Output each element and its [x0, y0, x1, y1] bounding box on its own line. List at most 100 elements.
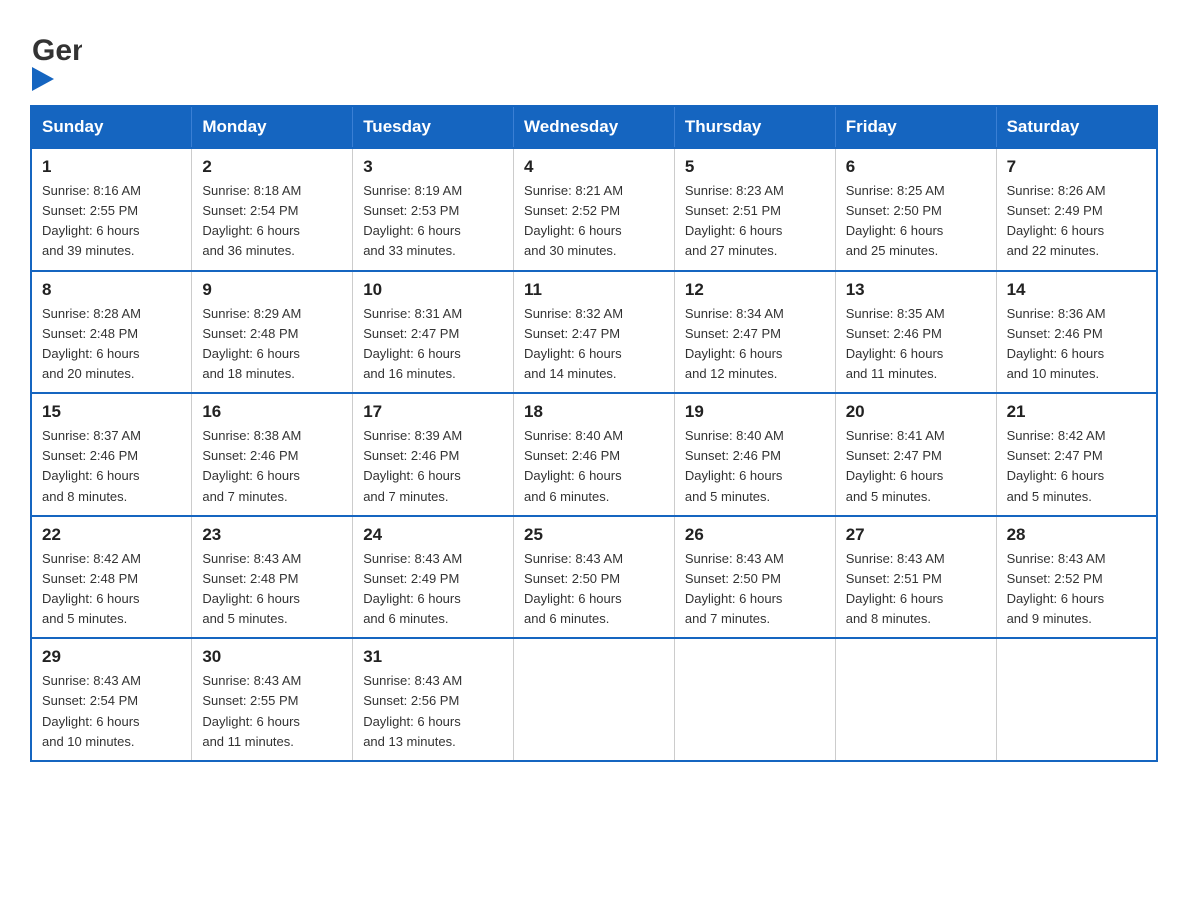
- weekday-header-row: SundayMondayTuesdayWednesdayThursdayFrid…: [31, 106, 1157, 148]
- weekday-header-sunday: Sunday: [31, 106, 192, 148]
- day-number: 5: [685, 157, 825, 177]
- day-number: 20: [846, 402, 986, 422]
- day-number: 17: [363, 402, 503, 422]
- day-info: Sunrise: 8:23 AMSunset: 2:51 PMDaylight:…: [685, 181, 825, 262]
- calendar-cell: 6 Sunrise: 8:25 AMSunset: 2:50 PMDaylight…: [835, 148, 996, 271]
- day-info: Sunrise: 8:37 AMSunset: 2:46 PMDaylight:…: [42, 426, 181, 507]
- calendar-cell: 19 Sunrise: 8:40 AMSunset: 2:46 PMDayligh…: [674, 393, 835, 516]
- calendar-cell: 1 Sunrise: 8:16 AMSunset: 2:55 PMDaylight…: [31, 148, 192, 271]
- day-info: Sunrise: 8:16 AMSunset: 2:55 PMDaylight:…: [42, 181, 181, 262]
- calendar-cell: 25Sunrise: 8:43 AMSunset: 2:50 PMDayligh…: [514, 516, 675, 639]
- day-number: 9: [202, 280, 342, 300]
- calendar-cell: 31Sunrise: 8:43 AMSunset: 2:56 PMDayligh…: [353, 638, 514, 761]
- logo: General: [30, 24, 86, 87]
- day-info: Sunrise: 8:43 AMSunset: 2:48 PMDaylight:…: [202, 549, 342, 630]
- calendar-cell: 15 Sunrise: 8:37 AMSunset: 2:46 PMDayligh…: [31, 393, 192, 516]
- day-info: Sunrise: 8:25 AMSunset: 2:50 PMDaylight:…: [846, 181, 986, 262]
- calendar-cell: 30 Sunrise: 8:43 AMSunset: 2:55 PMDayligh…: [192, 638, 353, 761]
- calendar-cell: 4Sunrise: 8:21 AMSunset: 2:52 PMDaylight…: [514, 148, 675, 271]
- page-header: General: [30, 24, 1158, 87]
- calendar-cell: 13 Sunrise: 8:35 AMSunset: 2:46 PMDayligh…: [835, 271, 996, 394]
- calendar-cell: 7 Sunrise: 8:26 AMSunset: 2:49 PMDaylight…: [996, 148, 1157, 271]
- day-info: Sunrise: 8:19 AMSunset: 2:53 PMDaylight:…: [363, 181, 503, 262]
- calendar-cell: 20 Sunrise: 8:41 AMSunset: 2:47 PMDayligh…: [835, 393, 996, 516]
- calendar-cell: 26 Sunrise: 8:43 AMSunset: 2:50 PMDayligh…: [674, 516, 835, 639]
- calendar-cell: 29Sunrise: 8:43 AMSunset: 2:54 PMDayligh…: [31, 638, 192, 761]
- weekday-header-thursday: Thursday: [674, 106, 835, 148]
- day-number: 6: [846, 157, 986, 177]
- day-info: Sunrise: 8:40 AMSunset: 2:46 PMDaylight:…: [685, 426, 825, 507]
- day-info: Sunrise: 8:29 AMSunset: 2:48 PMDaylight:…: [202, 304, 342, 385]
- day-info: Sunrise: 8:26 AMSunset: 2:49 PMDaylight:…: [1007, 181, 1146, 262]
- week-row-1: 1 Sunrise: 8:16 AMSunset: 2:55 PMDaylight…: [31, 148, 1157, 271]
- day-number: 12: [685, 280, 825, 300]
- calendar-cell: 11 Sunrise: 8:32 AMSunset: 2:47 PMDayligh…: [514, 271, 675, 394]
- day-number: 13: [846, 280, 986, 300]
- day-info: Sunrise: 8:32 AMSunset: 2:47 PMDaylight:…: [524, 304, 664, 385]
- day-info: Sunrise: 8:43 AMSunset: 2:50 PMDaylight:…: [685, 549, 825, 630]
- calendar-cell: [514, 638, 675, 761]
- calendar-cell: 28 Sunrise: 8:43 AMSunset: 2:52 PMDayligh…: [996, 516, 1157, 639]
- day-info: Sunrise: 8:43 AMSunset: 2:51 PMDaylight:…: [846, 549, 986, 630]
- day-number: 18: [524, 402, 664, 422]
- day-number: 7: [1007, 157, 1146, 177]
- day-number: 23: [202, 525, 342, 545]
- day-info: Sunrise: 8:43 AMSunset: 2:52 PMDaylight:…: [1007, 549, 1146, 630]
- day-info: Sunrise: 8:38 AMSunset: 2:46 PMDaylight:…: [202, 426, 342, 507]
- day-number: 15: [42, 402, 181, 422]
- day-info: Sunrise: 8:40 AMSunset: 2:46 PMDaylight:…: [524, 426, 664, 507]
- day-number: 10: [363, 280, 503, 300]
- calendar-cell: 21Sunrise: 8:42 AMSunset: 2:47 PMDayligh…: [996, 393, 1157, 516]
- day-info: Sunrise: 8:41 AMSunset: 2:47 PMDaylight:…: [846, 426, 986, 507]
- calendar-cell: [835, 638, 996, 761]
- day-number: 22: [42, 525, 181, 545]
- day-info: Sunrise: 8:35 AMSunset: 2:46 PMDaylight:…: [846, 304, 986, 385]
- weekday-header-saturday: Saturday: [996, 106, 1157, 148]
- day-info: Sunrise: 8:34 AMSunset: 2:47 PMDaylight:…: [685, 304, 825, 385]
- day-number: 30: [202, 647, 342, 667]
- svg-text:General: General: [32, 34, 82, 67]
- calendar-cell: 24Sunrise: 8:43 AMSunset: 2:49 PMDayligh…: [353, 516, 514, 639]
- calendar-cell: 9 Sunrise: 8:29 AMSunset: 2:48 PMDaylight…: [192, 271, 353, 394]
- day-number: 11: [524, 280, 664, 300]
- calendar-cell: 22 Sunrise: 8:42 AMSunset: 2:48 PMDayligh…: [31, 516, 192, 639]
- day-number: 8: [42, 280, 181, 300]
- day-number: 29: [42, 647, 181, 667]
- day-number: 27: [846, 525, 986, 545]
- day-number: 1: [42, 157, 181, 177]
- calendar-cell: 5 Sunrise: 8:23 AMSunset: 2:51 PMDaylight…: [674, 148, 835, 271]
- calendar-cell: 14Sunrise: 8:36 AMSunset: 2:46 PMDayligh…: [996, 271, 1157, 394]
- day-info: Sunrise: 8:39 AMSunset: 2:46 PMDaylight:…: [363, 426, 503, 507]
- day-info: Sunrise: 8:42 AMSunset: 2:47 PMDaylight:…: [1007, 426, 1146, 507]
- calendar-cell: 27 Sunrise: 8:43 AMSunset: 2:51 PMDayligh…: [835, 516, 996, 639]
- calendar-cell: [674, 638, 835, 761]
- calendar-cell: 2Sunrise: 8:18 AMSunset: 2:54 PMDaylight…: [192, 148, 353, 271]
- day-info: Sunrise: 8:43 AMSunset: 2:49 PMDaylight:…: [363, 549, 503, 630]
- week-row-2: 8 Sunrise: 8:28 AMSunset: 2:48 PMDaylight…: [31, 271, 1157, 394]
- calendar-cell: 16Sunrise: 8:38 AMSunset: 2:46 PMDayligh…: [192, 393, 353, 516]
- calendar-cell: 12 Sunrise: 8:34 AMSunset: 2:47 PMDayligh…: [674, 271, 835, 394]
- calendar-cell: 8 Sunrise: 8:28 AMSunset: 2:48 PMDaylight…: [31, 271, 192, 394]
- day-number: 26: [685, 525, 825, 545]
- calendar-cell: [996, 638, 1157, 761]
- calendar-cell: 3 Sunrise: 8:19 AMSunset: 2:53 PMDaylight…: [353, 148, 514, 271]
- calendar-cell: 17 Sunrise: 8:39 AMSunset: 2:46 PMDayligh…: [353, 393, 514, 516]
- day-info: Sunrise: 8:31 AMSunset: 2:47 PMDaylight:…: [363, 304, 503, 385]
- weekday-header-wednesday: Wednesday: [514, 106, 675, 148]
- calendar-table: SundayMondayTuesdayWednesdayThursdayFrid…: [30, 105, 1158, 762]
- day-number: 2: [202, 157, 342, 177]
- day-number: 14: [1007, 280, 1146, 300]
- day-info: Sunrise: 8:42 AMSunset: 2:48 PMDaylight:…: [42, 549, 181, 630]
- weekday-header-friday: Friday: [835, 106, 996, 148]
- calendar-cell: 18 Sunrise: 8:40 AMSunset: 2:46 PMDayligh…: [514, 393, 675, 516]
- day-number: 3: [363, 157, 503, 177]
- logo-icon: General: [30, 24, 82, 81]
- day-info: Sunrise: 8:28 AMSunset: 2:48 PMDaylight:…: [42, 304, 181, 385]
- day-info: Sunrise: 8:43 AMSunset: 2:56 PMDaylight:…: [363, 671, 503, 752]
- weekday-header-tuesday: Tuesday: [353, 106, 514, 148]
- day-info: Sunrise: 8:43 AMSunset: 2:55 PMDaylight:…: [202, 671, 342, 752]
- day-number: 19: [685, 402, 825, 422]
- weekday-header-monday: Monday: [192, 106, 353, 148]
- calendar-cell: 23 Sunrise: 8:43 AMSunset: 2:48 PMDayligh…: [192, 516, 353, 639]
- day-number: 28: [1007, 525, 1146, 545]
